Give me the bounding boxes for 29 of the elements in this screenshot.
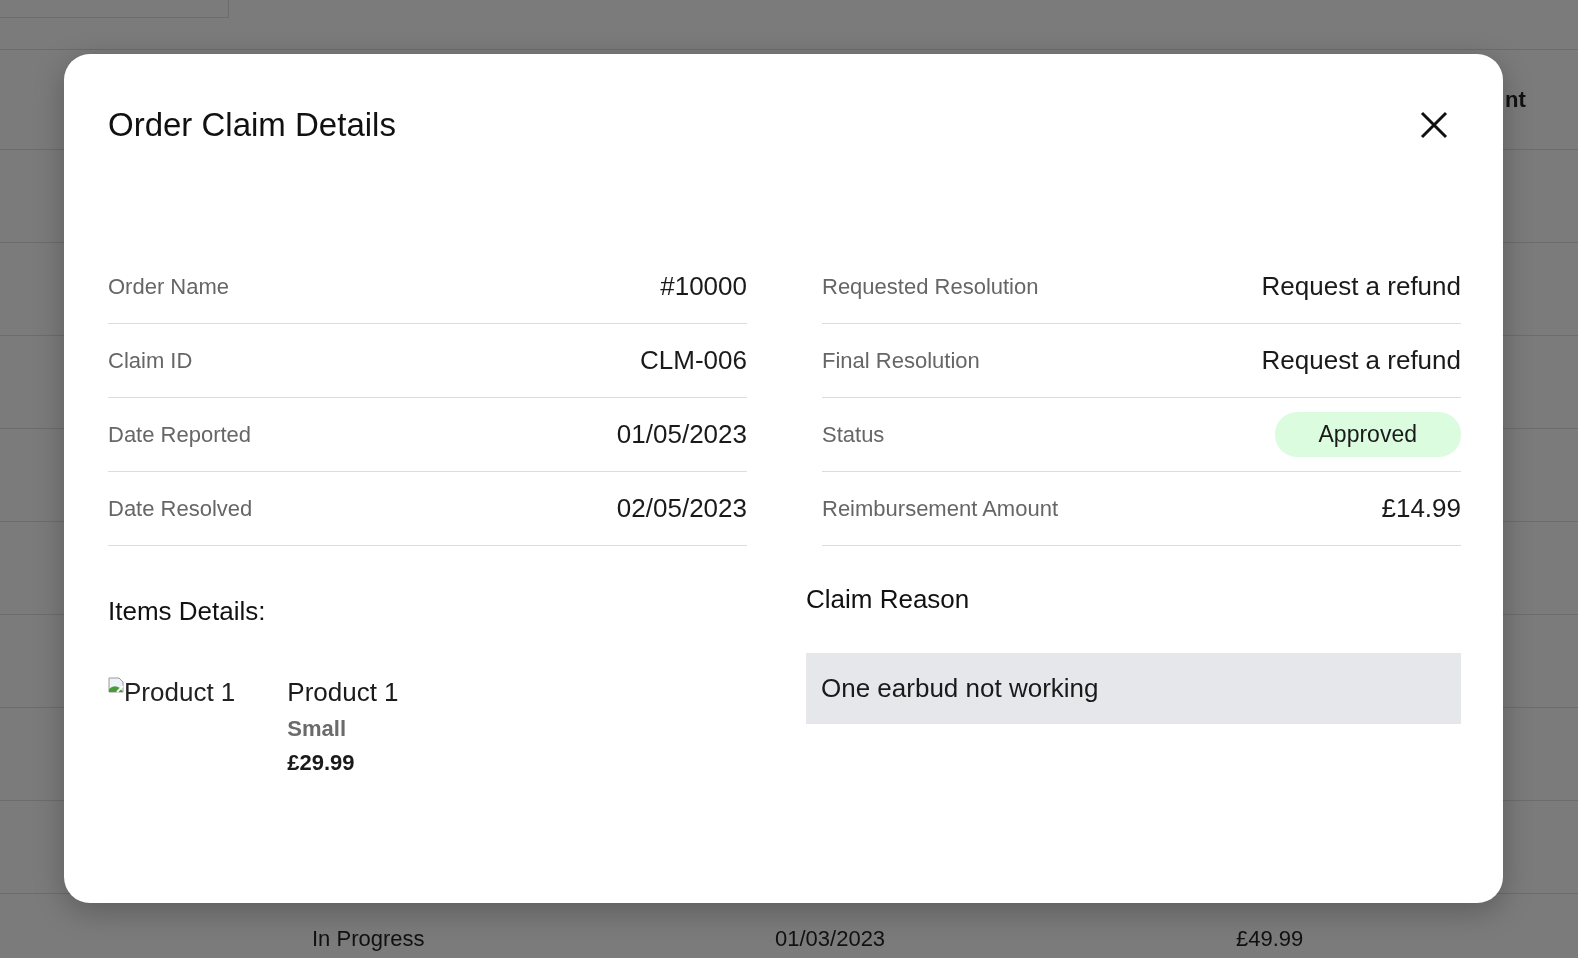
product-variant: Small — [287, 716, 347, 742]
product-name: Product 1 — [287, 677, 399, 708]
field-value: Request a refund — [1261, 271, 1461, 302]
broken-image: Product 1 — [108, 677, 236, 709]
section-heading: Items Details: — [108, 596, 267, 627]
field-value: 02/05/2023 — [616, 493, 747, 524]
table-cell: 01/03/2023 — [775, 926, 886, 952]
field-value: Request a refund — [1261, 345, 1461, 376]
table-cell: In Progress — [312, 926, 425, 952]
dialog-title: Order Claim Details — [108, 106, 396, 144]
field-value: CLM-006 — [640, 345, 747, 376]
field-value: £14.99 — [1381, 493, 1461, 524]
claim-reason: One earbud not working — [806, 653, 1461, 724]
close-icon — [1420, 111, 1448, 139]
field-label: Reimbursement Amount — [822, 495, 1058, 522]
section-heading: Claim Reason — [806, 584, 971, 615]
column-header: nt — [1505, 86, 1526, 113]
product-price: £29.99 — [287, 750, 356, 776]
field-label: Requested Resolution — [822, 273, 1039, 300]
field-label: Order Name — [108, 273, 230, 300]
field-label: Final Resolution — [822, 347, 980, 374]
field-value: #10000 — [660, 271, 747, 302]
status-badge: Approved — [1274, 412, 1461, 457]
field-label: Claim ID — [108, 347, 193, 374]
field-label: Date Reported — [108, 421, 252, 448]
field-label: Status — [822, 421, 885, 448]
field-label: Date Resolved — [108, 495, 253, 522]
field-value: 01/05/2023 — [616, 419, 747, 450]
table-cell: £49.99 — [1236, 926, 1304, 952]
